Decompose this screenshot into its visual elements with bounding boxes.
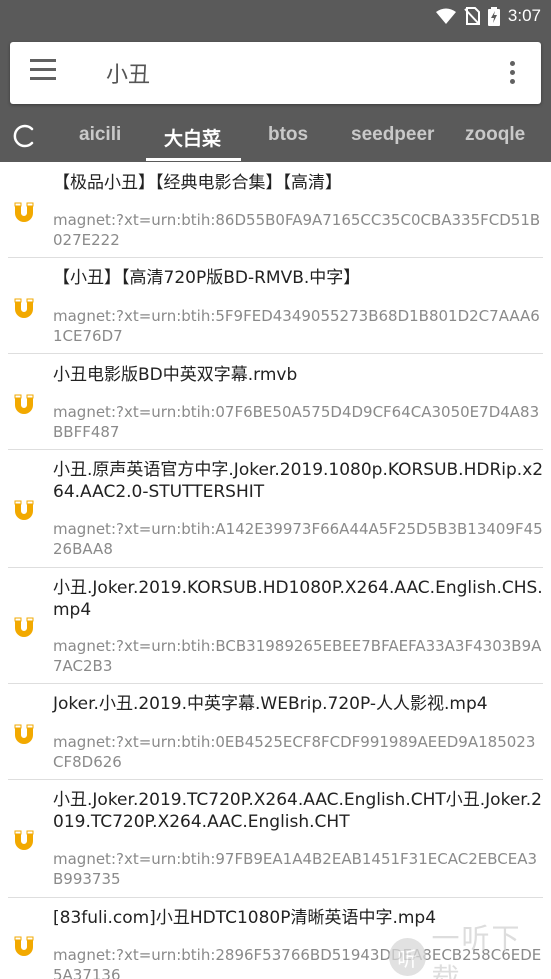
watermark-logo: 听 一听下载 <box>389 922 547 979</box>
result-title: Joker.小丑.2019.中英字幕.WEBrip.720P-人人影视.mp4 <box>53 694 488 714</box>
hamburger-menu-icon[interactable] <box>30 59 62 87</box>
magnet-icon <box>14 202 34 222</box>
more-options-icon[interactable] <box>507 61 517 87</box>
refresh-icon[interactable] <box>10 121 40 151</box>
magnet-link: magnet:?xt=urn:btih:07F6BE50A575D4D9CF64… <box>53 403 540 441</box>
active-tab-indicator <box>146 158 241 161</box>
tab-zooqle[interactable]: zooqle <box>465 124 525 146</box>
list-item[interactable]: 小丑.原声英语官方中字.Joker.2019.1080p.KORSUB.HDRi… <box>0 450 551 568</box>
status-time: 3:07 <box>507 6 541 25</box>
no-sim-icon <box>464 7 480 25</box>
search-bar[interactable]: 小丑 <box>10 42 541 104</box>
list-item[interactable]: 【极品小丑】【经典电影合集】【高清】 magnet:?xt=urn:btih:8… <box>0 162 551 258</box>
magnet-link: magnet:?xt=urn:btih:A142E39973F66A44A5F2… <box>53 520 543 558</box>
wifi-icon <box>435 8 456 24</box>
result-title: 小丑.原声英语官方中字.Joker.2019.1080p.KORSUB.HDRi… <box>53 460 544 502</box>
source-tabs: aicili 大白菜 btos seedpeer zooqle <box>0 112 551 162</box>
list-item[interactable]: 小丑.Joker.2019.TC720P.X264.AAC.English.CH… <box>0 780 551 898</box>
magnet-icon <box>14 617 34 637</box>
result-title: 【极品小丑】【经典电影合集】【高清】 <box>53 173 342 193</box>
tab-aicili[interactable]: aicili <box>79 124 121 146</box>
list-item[interactable]: 小丑电影版BD中英双字幕.rmvb magnet:?xt=urn:btih:07… <box>0 354 551 450</box>
magnet-link: magnet:?xt=urn:btih:0EB4525ECF8FCDF99198… <box>53 733 536 771</box>
result-title: 小丑.Joker.2019.KORSUB.HD1080P.X264.AAC.En… <box>53 578 543 620</box>
tab-seedpeer[interactable]: seedpeer <box>351 124 434 146</box>
list-item[interactable]: 小丑.Joker.2019.KORSUB.HD1080P.X264.AAC.En… <box>0 568 551 684</box>
tab-dabaicai[interactable]: 大白菜 <box>164 124 221 151</box>
magnet-icon <box>14 500 34 520</box>
watermark-text: 一听下载 <box>431 922 522 979</box>
magnet-link: magnet:?xt=urn:btih:97FB9EA1A4B2EAB1451F… <box>53 850 537 888</box>
magnet-link: magnet:?xt=urn:btih:5F9FED4349055273B68D… <box>53 307 540 345</box>
magnet-link: magnet:?xt=urn:btih:86D55B0FA9A7165CC35C… <box>53 211 541 249</box>
app-toolbar: 3:07 小丑 aicili 大白菜 btos seedpeer zooqle <box>0 0 551 162</box>
list-item[interactable]: Joker.小丑.2019.中英字幕.WEBrip.720P-人人影视.mp4 … <box>0 684 551 780</box>
search-input[interactable]: 小丑 <box>106 57 150 89</box>
magnet-icon <box>14 394 34 414</box>
result-title: 小丑.Joker.2019.TC720P.X264.AAC.English.CH… <box>53 790 542 832</box>
tab-btos[interactable]: btos <box>268 124 308 146</box>
result-title: 【小丑】【高清720P版BD-RMVB.中字】 <box>53 268 361 288</box>
list-item[interactable]: 【小丑】【高清720P版BD-RMVB.中字】 magnet:?xt=urn:b… <box>0 258 551 354</box>
magnet-icon <box>14 830 34 850</box>
battery-charging-icon <box>487 6 500 26</box>
magnet-icon <box>14 298 34 318</box>
magnet-icon <box>14 724 34 744</box>
magnet-icon <box>14 936 34 956</box>
result-title: 小丑电影版BD中英双字幕.rmvb <box>53 365 298 385</box>
watermark-icon: 听 <box>389 938 426 976</box>
status-bar: 3:07 <box>0 0 551 32</box>
magnet-link: magnet:?xt=urn:btih:BCB31989265EBEE7BFAE… <box>53 637 542 675</box>
